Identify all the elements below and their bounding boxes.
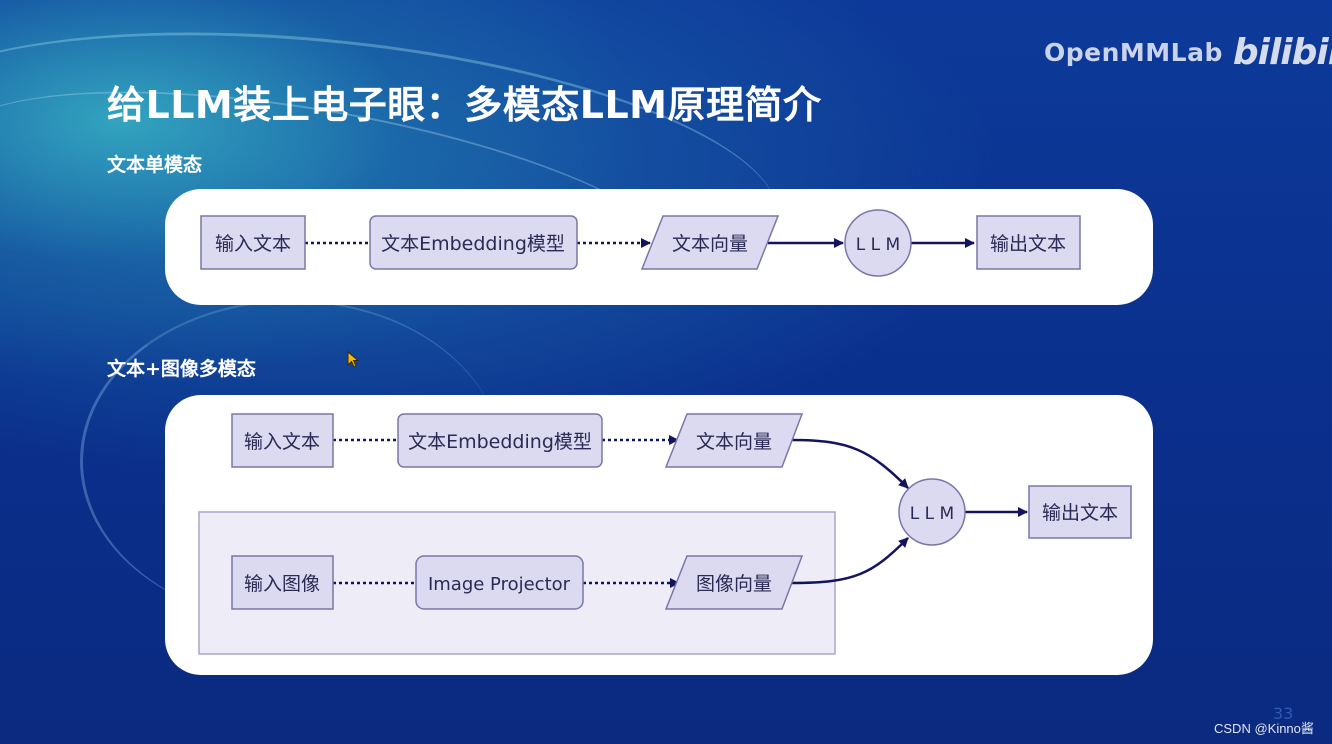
node-label: 图像向量 [696,573,772,595]
node-label: 输出文本 [990,233,1066,255]
node-label: 输入文本 [215,233,291,255]
node-llm: L L M [844,209,912,277]
mouse-cursor-icon [347,351,360,368]
node-text-vector: 文本向量 [664,413,804,468]
node-input-text: 输入文本 [200,215,306,270]
csdn-watermark: CSDN @Kinno酱 [1214,721,1314,736]
node-label: 文本Embedding模型 [381,233,565,255]
node-input-image: 输入图像 [231,555,334,610]
node-image-projector: Image Projector [415,555,584,610]
node-label: 文本Embedding模型 [408,431,592,453]
node-label: L L M [856,235,900,255]
node-text-embedding-model: 文本Embedding模型 [397,413,603,468]
node-label: 输入图像 [244,573,320,595]
node-output-text: 输出文本 [976,215,1081,270]
node-label: 文本向量 [696,431,772,453]
edge-text-vector-to-llm [791,438,909,489]
node-output-text: 输出文本 [1028,485,1132,539]
node-label: Image Projector [428,574,571,595]
node-text-vector: 文本向量 [640,215,780,270]
node-llm: L L M [898,478,966,546]
node-label: L L M [910,504,954,524]
node-image-vector: 图像向量 [664,555,804,610]
diagram-text-only: 输入文本 文本Embedding模型 文本向量 L L M 输出文本 [200,209,1081,277]
flowchart-canvas: 输入文本 文本Embedding模型 文本向量 L L M 输出文本 输入文本 … [198,209,1132,655]
node-text-embedding-model: 文本Embedding模型 [369,215,578,270]
node-label: 输出文本 [1042,502,1118,524]
node-input-text: 输入文本 [231,413,334,468]
node-label: 输入文本 [244,431,320,453]
node-label: 文本向量 [672,233,748,255]
diagram-multimodal: 输入文本 文本Embedding模型 文本向量 输入图像 Image Proje… [198,413,1132,655]
